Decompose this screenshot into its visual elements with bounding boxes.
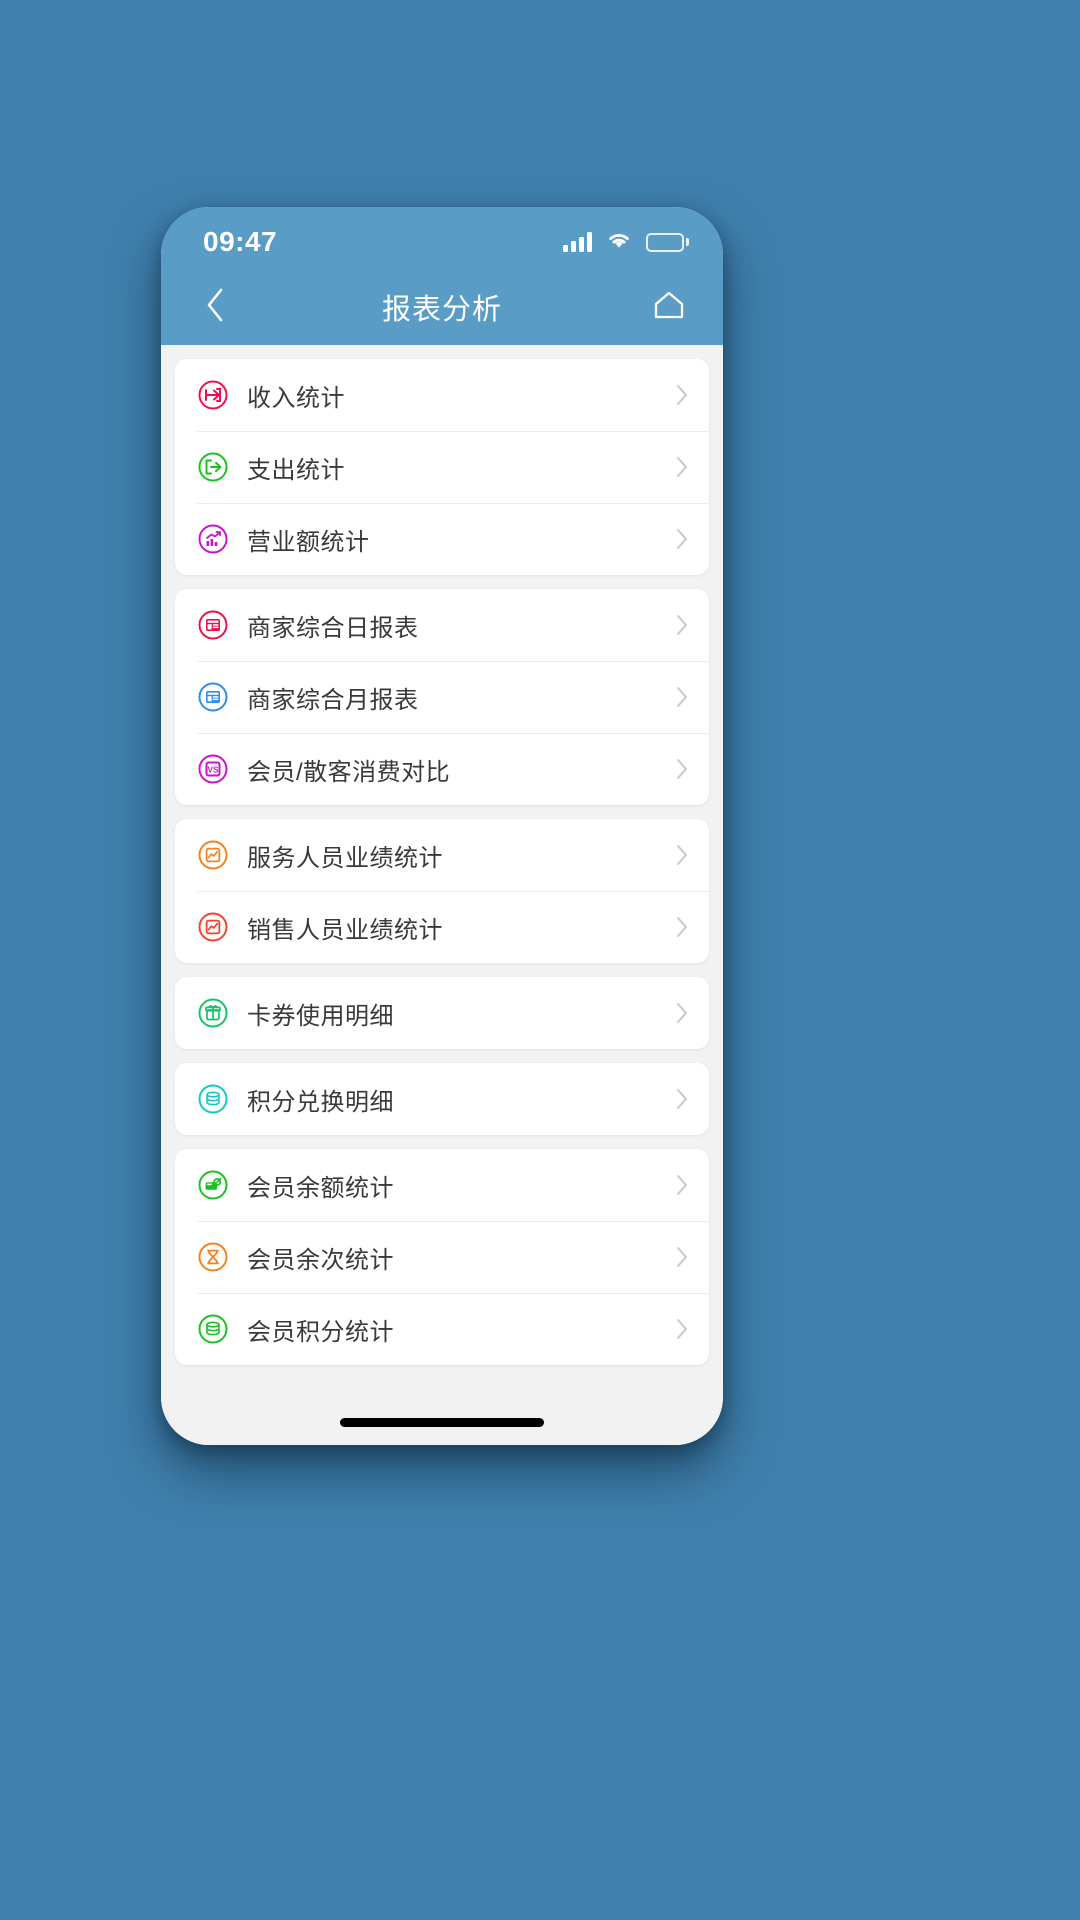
list-item-label: 会员/散客消费对比: [247, 758, 451, 786]
card-group: 积分兑换明细: [175, 1063, 709, 1135]
list-item-label: 销售人员业绩统计: [247, 916, 443, 944]
points-coins-icon: [197, 1083, 229, 1115]
chevron-right-icon: [676, 1174, 689, 1196]
monthly-report-icon: [197, 681, 229, 713]
home-button[interactable]: [645, 283, 693, 331]
chevron-right-icon: [676, 844, 689, 866]
service-staff-performance-icon: [197, 839, 229, 871]
chevron-right-icon: [676, 916, 689, 938]
coupon-gift-icon: [197, 997, 229, 1029]
status-icons: [563, 229, 689, 255]
chevron-right-icon: [676, 456, 689, 478]
list-item-label: 卡券使用明细: [247, 1002, 394, 1030]
report-list-scroll[interactable]: 收入统计 支出统计 营业额统计 商家综合日报表 商家综合月报表 VS 会员/散客…: [161, 345, 723, 1445]
status-bar: 09:47: [161, 207, 723, 269]
chevron-right-icon: [676, 758, 689, 780]
list-item[interactable]: 会员余额统计: [175, 1149, 709, 1221]
chevron-right-icon: [676, 384, 689, 406]
list-item-label: 支出统计: [247, 456, 345, 484]
list-item-label: 收入统计: [247, 384, 345, 412]
list-item[interactable]: 营业额统计: [175, 503, 709, 575]
home-icon: [652, 289, 686, 326]
chevron-right-icon: [676, 686, 689, 708]
battery-icon: [646, 232, 689, 252]
chevron-right-icon: [676, 1318, 689, 1340]
list-item[interactable]: 商家综合日报表: [175, 589, 709, 661]
list-item[interactable]: 销售人员业绩统计: [175, 891, 709, 963]
chevron-right-icon: [676, 1246, 689, 1268]
card-group: 会员余额统计 会员余次统计 会员积分统计: [175, 1149, 709, 1365]
list-item[interactable]: 服务人员业绩统计: [175, 819, 709, 891]
list-item[interactable]: 支出统计: [175, 431, 709, 503]
expense-arrow-out-icon: [197, 451, 229, 483]
list-item[interactable]: VS 会员/散客消费对比: [175, 733, 709, 805]
card-group: 收入统计 支出统计 营业额统计: [175, 359, 709, 575]
list-item-label: 会员余额统计: [247, 1174, 394, 1202]
list-item-label: 积分兑换明细: [247, 1088, 394, 1116]
list-item[interactable]: 积分兑换明细: [175, 1063, 709, 1135]
home-indicator-bar[interactable]: [340, 1418, 544, 1427]
daily-report-icon: [197, 609, 229, 641]
card-group: 商家综合日报表 商家综合月报表 VS 会员/散客消费对比: [175, 589, 709, 805]
list-item-label: 营业额统计: [247, 528, 370, 556]
member-remaining-times-hourglass-icon: [197, 1241, 229, 1273]
phone-frame: 09:47 报表分析 收入统计 支出统计 营业额统计 商家综合日报表 商家综合月…: [161, 207, 723, 1445]
list-item-label: 商家综合日报表: [247, 614, 419, 642]
card-group: 卡券使用明细: [175, 977, 709, 1049]
signal-bars-icon: [563, 232, 592, 252]
member-balance-card-icon: [197, 1169, 229, 1201]
list-item-label: 服务人员业绩统计: [247, 844, 443, 872]
list-item-label: 商家综合月报表: [247, 686, 419, 714]
list-item[interactable]: 商家综合月报表: [175, 661, 709, 733]
chevron-right-icon: [676, 528, 689, 550]
list-item-label: 会员积分统计: [247, 1318, 394, 1346]
nav-bar: 报表分析: [161, 269, 723, 345]
list-item-label: 会员余次统计: [247, 1246, 394, 1274]
chevron-right-icon: [676, 1088, 689, 1110]
chevron-right-icon: [676, 1002, 689, 1024]
chevron-left-icon: [204, 287, 226, 328]
turnover-chart-icon: [197, 523, 229, 555]
svg-text:VS: VS: [208, 765, 219, 774]
card-group: 服务人员业绩统计 销售人员业绩统计: [175, 819, 709, 963]
income-arrow-in-icon: [197, 379, 229, 411]
member-vs-guest-icon: VS: [197, 753, 229, 785]
wifi-icon: [605, 229, 633, 255]
list-item[interactable]: 收入统计: [175, 359, 709, 431]
sales-staff-performance-icon: [197, 911, 229, 943]
list-item[interactable]: 会员余次统计: [175, 1221, 709, 1293]
chevron-right-icon: [676, 614, 689, 636]
page-title: 报表分析: [381, 294, 502, 326]
status-time: 09:47: [203, 226, 278, 257]
member-points-coins-icon: [197, 1313, 229, 1345]
back-button[interactable]: [191, 283, 239, 331]
list-item[interactable]: 卡券使用明细: [175, 977, 709, 1049]
list-item[interactable]: 会员积分统计: [175, 1293, 709, 1365]
